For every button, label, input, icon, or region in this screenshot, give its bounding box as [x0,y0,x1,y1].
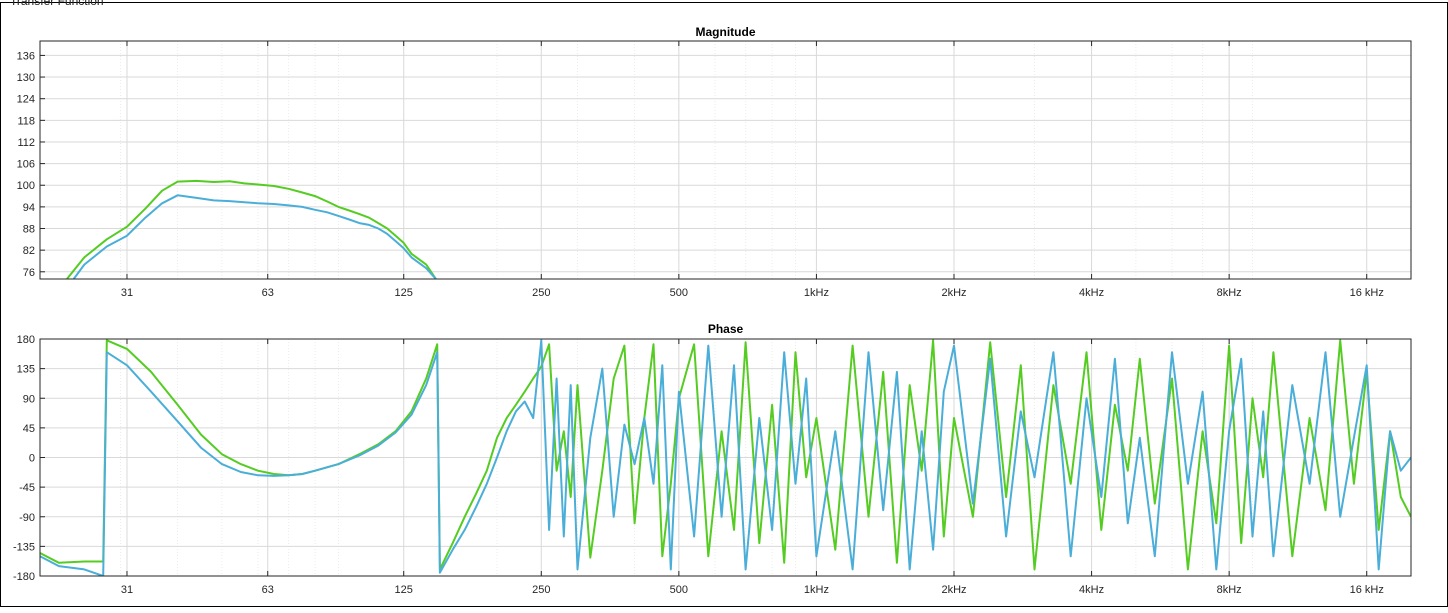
y-tick-label: 106 [17,159,35,171]
x-tick-label: 31 [121,584,133,596]
y-tick-label: 88 [23,224,35,236]
y-tick-label: 94 [23,202,35,214]
chart-title: Phase [708,322,744,336]
x-tick-label: 125 [395,287,413,299]
x-tick-label: 31 [121,287,133,299]
y-tick-label: 124 [17,94,35,106]
x-tick-label: 125 [395,584,413,596]
x-tick-label: 8kHz [1217,287,1242,299]
phase-axes: 31 63 125 250 500 1kHz 2kHz 4kHz 8kHz 16 kHz -180 -… [13,322,1412,596]
y-tick-label: 112 [17,137,35,149]
x-tick-label: 2kHz [941,287,966,299]
x-tick-label: 2kHz [941,584,966,596]
x-tick-label: 4kHz [1079,287,1104,299]
panel-title: Transfer Function [10,0,104,8]
y-tick-label: 118 [17,115,35,127]
y-tick-label: 136 [17,50,35,62]
x-tick-label: 500 [670,287,688,299]
x-tick-label: 250 [532,584,550,596]
x-tick-label: 1kHz [804,584,829,596]
x-tick-label: 16 kHz [1350,584,1384,596]
y-tick-label: 0 [29,453,35,465]
y-tick-label: 76 [23,267,35,279]
y-tick-label: -180 [13,571,35,583]
x-tick-label: 500 [670,584,688,596]
y-tick-label: 100 [17,180,35,192]
y-tick-label: 180 [17,334,35,346]
y-tick-label: 90 [23,393,35,405]
y-tick-label: -45 [19,482,35,494]
magnitude-axes: 31 63 125 250 500 1kHz 2kHz 4kHz 8kHz 16 kHz 76 82 8… [17,25,1412,299]
chart-title: Magnitude [696,25,756,39]
y-tick-label: -90 [19,512,35,524]
y-tick-label: 135 [17,364,35,376]
y-tick-label: 130 [17,72,35,84]
x-tick-label: 250 [532,287,550,299]
y-tick-label: -135 [13,541,35,553]
x-tick-label: 63 [262,287,274,299]
x-tick-label: 8kHz [1217,584,1242,596]
x-tick-label: 4kHz [1079,584,1104,596]
x-tick-label: 63 [262,584,274,596]
y-tick-label: 82 [23,245,35,257]
chart-figure: Transfer Function 31 63 125 250 500 1kHz 2kHz 4… [0,0,1448,608]
figure-svg: 31 63 125 250 500 1kHz 2kHz 4kHz 8kHz 16 kHz 76 82 8… [0,2,1448,607]
x-tick-label: 16 kHz [1350,287,1384,299]
x-tick-label: 1kHz [804,287,829,299]
y-tick-label: 45 [23,423,35,435]
